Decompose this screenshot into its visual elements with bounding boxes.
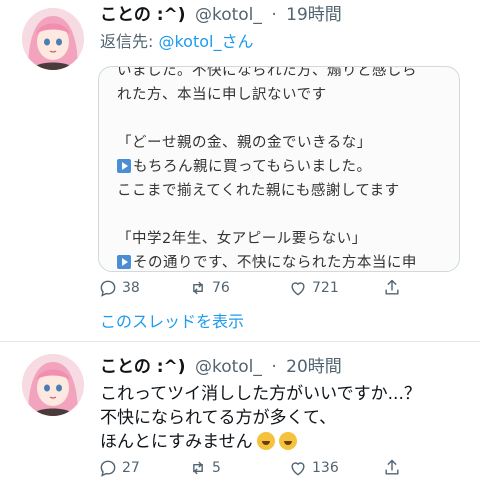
avatar-illustration [22,8,84,70]
crying-face-emoji-icon [256,432,275,450]
image-text-line: ここまで揃えてくれた親にも感謝してます [117,183,400,199]
retweet-button[interactable]: 76 [188,278,230,298]
image-text-line-with-icon: その通りです、不快になられた方本当に申 [117,251,457,271]
attached-image[interactable]: いました。不快になられた方、煽りと感じら れた方、本当に申し訳ないです 「どーせ… [98,66,460,272]
heart-icon [291,282,305,296]
reply-icon [100,460,116,477]
tweet-header: ことの :^) @kotol_ · 19時間 [100,2,342,28]
image-text-line: いました。不快になられた方、煽りと感じら [117,66,417,79]
tweet-body-line-with-emoji: ほんとにすみません [100,430,421,454]
reply-prefix: 返信先: [100,32,159,51]
show-thread-link[interactable]: このスレッドを表示 [100,308,244,332]
reply-handle-link[interactable]: @kotol_さん [158,32,253,51]
retweet-count: 76 [212,280,230,296]
reply-count: 38 [122,280,140,296]
retweet-icon [193,281,203,295]
like-count: 721 [312,280,339,296]
retweet-count: 5 [212,460,221,476]
author-handle[interactable]: @kotol_ [195,5,262,25]
reply-context: 返信先: @kotol_さん [100,30,253,54]
timestamp[interactable]: 19時間 [286,5,342,25]
image-text-line: れた方、本当に申し訳ないです [117,87,327,103]
separator: · [271,5,277,25]
share-button[interactable] [382,278,402,298]
tweet-body: これってツイ消しした方がいいですか...？ 不快になられてる方が多くて、 ほんと… [100,382,421,454]
retweet-button[interactable]: 5 [188,458,221,478]
image-text: いました。不快になられた方、煽りと感じら れた方、本当に申し訳ないです 「どーせ… [117,66,457,271]
image-text-line-with-icon: もちろん親に買ってもらいました。 [117,155,457,179]
heart-icon [291,462,305,476]
tweet-body-line: ほんとにすみません [100,432,253,452]
separator: · [271,357,277,377]
share-button[interactable] [382,458,402,478]
tweet[interactable]: ことの :^) @kotol_ · 20時間 これってツイ消しした方がいいですか… [0,342,480,488]
reply-count: 27 [122,460,140,476]
image-text-line: 「中学2年生、女アピール要らない」 [117,231,367,247]
tweet-body-line: 不快になられてる方が多くて、 [100,408,337,428]
like-count: 136 [312,460,339,476]
like-button[interactable]: 136 [288,458,339,478]
avatar-illustration [22,354,84,416]
avatar[interactable] [22,8,84,70]
author-name[interactable]: ことの :^) [100,5,186,25]
tweet-body-line: これってツイ消しした方がいいですか...？ [100,384,421,404]
reply-button[interactable]: 27 [98,458,140,478]
like-button[interactable]: 721 [288,278,339,298]
image-text-line [117,107,457,131]
play-button-icon [117,159,131,173]
tweet[interactable]: ことの :^) @kotol_ · 19時間 返信先: @kotol_さん いま… [0,0,480,342]
tweet-header: ことの :^) @kotol_ · 20時間 [100,354,342,380]
tweet-actions: 27 5 136 [98,458,418,482]
play-button-icon [117,255,131,269]
reply-button[interactable]: 38 [98,278,140,298]
reply-icon [100,280,116,297]
image-text-line: もちろん親に買ってもらいました。 [133,159,372,175]
image-text-line [117,203,457,227]
image-text-line: 「どーせ親の金、親の金でいきるな」 [117,135,372,151]
avatar[interactable] [22,354,84,416]
tweet-actions: 38 76 721 [98,278,418,302]
retweet-icon [193,461,203,475]
share-icon [385,279,399,295]
author-handle[interactable]: @kotol_ [195,357,262,377]
share-icon [385,459,399,475]
image-text-line: その通りです、不快になられた方本当に申 [133,255,417,271]
author-name[interactable]: ことの :^) [100,357,186,377]
timestamp[interactable]: 20時間 [286,357,342,377]
crying-face-emoji-icon [278,432,297,450]
